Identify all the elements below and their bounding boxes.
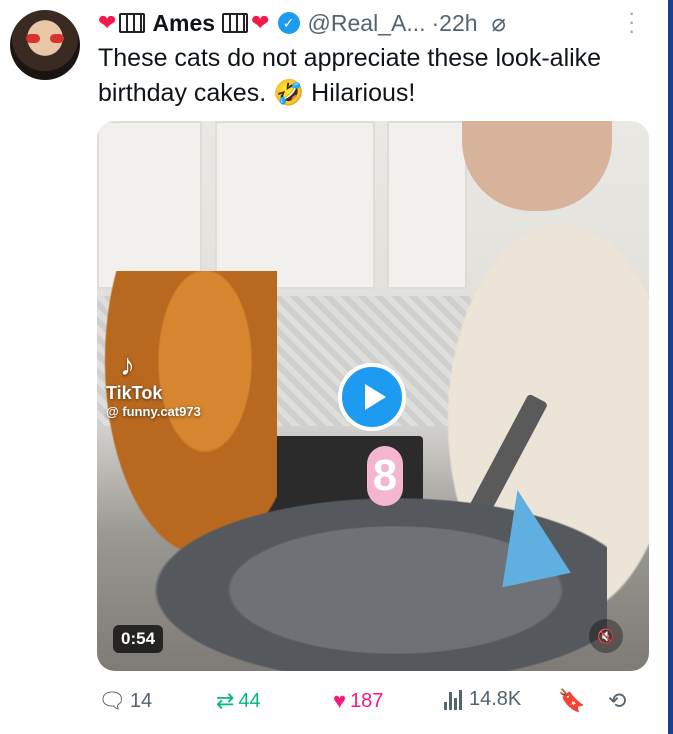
kitchen-cabinet xyxy=(97,121,202,289)
tiktok-logo-icon: ♪ xyxy=(120,349,135,382)
avatar[interactable] xyxy=(10,10,80,80)
right-edge-divider xyxy=(668,0,673,734)
like-button[interactable]: ♥ 187 xyxy=(333,688,383,714)
tweet-text: These cats do not appreciate these look-… xyxy=(98,44,602,107)
reply-button[interactable]: 🗨 14 xyxy=(98,688,152,714)
play-icon[interactable] xyxy=(338,363,406,431)
tiktok-user: @ funny.cat973 xyxy=(106,404,201,419)
video-duration: 0:54 xyxy=(113,625,164,653)
grok-slash-icon[interactable]: ⌀ xyxy=(492,9,506,38)
kitchen-cabinet xyxy=(215,121,375,289)
tiktok-watermark: ♪ TikTok @ funny.cat973 xyxy=(106,349,201,420)
bookmark-icon: 🔖 xyxy=(558,688,586,713)
display-name[interactable]: Ames xyxy=(152,10,215,37)
repost-icon: ⇄ xyxy=(216,688,235,713)
piano-emoji-icon xyxy=(222,13,249,33)
heart-icon: ♥ xyxy=(333,688,347,713)
like-count: 187 xyxy=(350,689,384,712)
reply-icon: 🗨 xyxy=(98,688,126,713)
repost-count: 44 xyxy=(238,689,261,712)
bookmark-button[interactable]: 🔖 xyxy=(558,688,589,714)
share-button[interactable]: ⟲ xyxy=(608,688,630,714)
user-handle[interactable]: @Real_A... xyxy=(308,10,426,37)
tiktok-brand: TikTok xyxy=(106,383,163,403)
video-player[interactable]: 8 ♪ TikTok @ funny.cat973 0:54 🔇 xyxy=(97,121,649,671)
views-icon xyxy=(444,689,464,710)
tweet-header: ❤ Ames ❤ ✓ @Real_A... ·22h ⌀ xyxy=(98,6,506,40)
verified-badge-icon[interactable]: ✓ xyxy=(277,12,300,34)
sunglasses-left xyxy=(26,34,40,43)
timestamp[interactable]: ·22h xyxy=(432,10,478,37)
repost-button[interactable]: ⇄ 44 xyxy=(216,688,261,714)
reply-count: 14 xyxy=(129,689,153,712)
heart-emoji-suffix: ❤ xyxy=(251,10,270,35)
number-candle: 8 xyxy=(367,446,403,506)
views-button[interactable]: 14.8K xyxy=(444,688,521,711)
muted-speaker-icon[interactable]: 🔇 xyxy=(589,619,623,653)
views-count: 14.8K xyxy=(469,688,522,710)
more-options-icon[interactable]: · · · xyxy=(628,2,635,42)
heart-emoji-prefix: ❤ xyxy=(98,10,117,35)
share-icon: ⟲ xyxy=(608,688,627,713)
sunglasses-right xyxy=(50,34,64,43)
piano-emoji-icon xyxy=(119,13,146,33)
